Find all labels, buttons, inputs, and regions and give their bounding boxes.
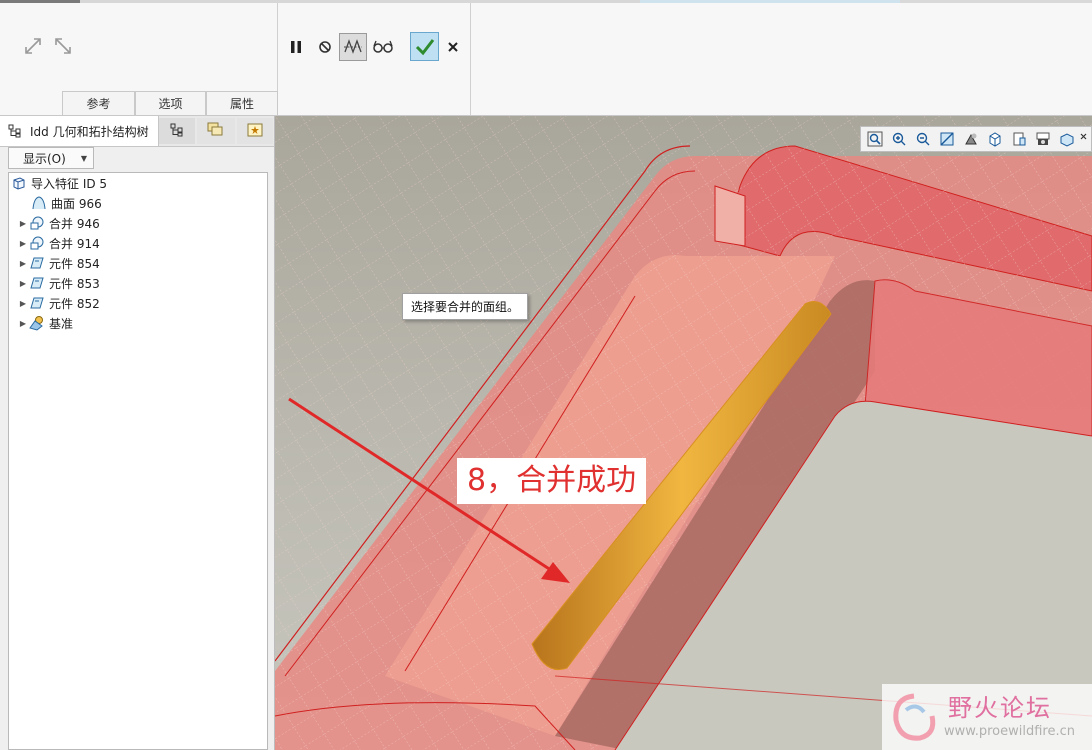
surface-icon — [31, 195, 47, 211]
tab-properties-label: 属性 — [229, 97, 254, 111]
tree-item-label: 元件 853 — [49, 276, 100, 291]
tab-geometry-tree-label: Idd 几何和拓扑结构树 — [30, 124, 149, 139]
datum-icon — [29, 315, 45, 331]
model-render[interactable] — [275, 116, 1092, 750]
section-icon[interactable] — [1007, 128, 1031, 150]
feature-ribbon: 参考 选项 属性 — [0, 3, 1092, 116]
component-icon — [29, 255, 45, 271]
feature-tree: 导入特征 ID 5 曲面 966 ▶ 合并 946 ▶ 合并 914 ▶ 元件 … — [8, 172, 268, 750]
zoom-fit-icon[interactable] — [863, 128, 887, 150]
tab-properties[interactable]: 属性 — [206, 91, 278, 115]
display-dropdown-button[interactable]: 显示(O) ▼ — [8, 147, 94, 169]
camera-icon[interactable] — [1031, 128, 1055, 150]
tree-item-label: 元件 854 — [49, 256, 100, 271]
annotation-callout: 8，合并成功 — [457, 458, 647, 504]
zoom-in-icon[interactable] — [887, 128, 911, 150]
tab-geometry-tree[interactable]: Idd 几何和拓扑结构树 — [0, 116, 159, 146]
tree-item-component-853[interactable]: ▶ 元件 853 — [17, 273, 100, 293]
expand-arrow-icon[interactable]: ▶ — [17, 319, 29, 328]
component-icon — [29, 275, 45, 291]
dropdown-arrow-icon: ▼ — [80, 153, 87, 163]
merge-icon — [29, 235, 45, 251]
tree-item-import-feature[interactable]: 导入特征 ID 5 — [11, 173, 107, 193]
watermark-logo-icon — [893, 693, 936, 741]
toolbar-overflow-icon[interactable] — [1079, 128, 1089, 150]
flip-arrows-icon[interactable] — [20, 33, 46, 59]
panel-tab-bar: Idd 几何和拓扑结构树 — [0, 116, 274, 147]
expand-arrow-icon[interactable]: ▶ — [17, 219, 29, 228]
expand-arrow-icon[interactable]: ▶ — [17, 259, 29, 268]
model-tree-panel: Idd 几何和拓扑结构树 显示(O) ▼ 导入特征 ID 5 曲面 966 ▶ … — [0, 116, 275, 750]
merge-icon — [29, 215, 45, 231]
tab-layers[interactable] — [197, 118, 235, 144]
tab-options[interactable]: 选项 — [135, 91, 206, 115]
check-icon[interactable] — [410, 32, 439, 61]
import-feature-icon — [11, 175, 27, 191]
tree-item-label: 合并 946 — [49, 216, 100, 231]
tree-structure-icon — [170, 123, 184, 140]
star-folder-icon — [247, 123, 263, 140]
tree-item-label: 元件 852 — [49, 296, 100, 311]
watermark-title: 野火论坛 — [948, 694, 1052, 722]
zoom-out-icon[interactable] — [911, 128, 935, 150]
watermark-url: www.proewildfire.cn — [944, 724, 1075, 739]
preview-icon[interactable] — [339, 33, 367, 61]
tree-item-component-852[interactable]: ▶ 元件 852 — [17, 293, 100, 313]
view-toolbar — [860, 126, 1092, 152]
close-icon[interactable] — [440, 34, 466, 60]
display-button-label: 显示(O) — [23, 151, 66, 166]
component-icon — [29, 295, 45, 311]
tree-item-component-854[interactable]: ▶ 元件 854 — [17, 253, 100, 273]
tab-references[interactable]: 参考 — [62, 91, 135, 115]
forum-watermark: 野火论坛 www.proewildfire.cn — [882, 684, 1092, 750]
tree-item-surface-966[interactable]: 曲面 966 — [31, 193, 102, 213]
repaint-icon[interactable] — [935, 128, 959, 150]
tree-structure-icon — [8, 124, 24, 138]
expand-arrow-icon[interactable]: ▶ — [17, 239, 29, 248]
tree-item-datum[interactable]: ▶ 基准 — [17, 313, 73, 333]
tree-item-label: 合并 914 — [49, 236, 100, 251]
tab-structure-tree[interactable] — [159, 118, 195, 144]
tree-item-label: 基准 — [49, 316, 74, 331]
spin-center-icon[interactable] — [1055, 128, 1079, 150]
tree-item-label: 导入特征 ID 5 — [31, 176, 108, 191]
expand-arrow-icon[interactable]: ▶ — [17, 299, 29, 308]
glasses-icon[interactable] — [370, 34, 396, 60]
layers-icon — [207, 122, 225, 141]
tab-options-label: 选项 — [158, 97, 183, 111]
tree-item-label: 曲面 966 — [51, 196, 102, 211]
stop-icon[interactable] — [312, 34, 338, 60]
tab-references-label: 参考 — [86, 97, 111, 111]
graphics-viewport[interactable]: 选择要合并的面组。 8，合并成功 野火论坛 www.proewildfire.c… — [275, 116, 1092, 750]
expand-arrow-icon[interactable]: ▶ — [17, 279, 29, 288]
tree-item-merge-914[interactable]: ▶ 合并 914 — [17, 233, 100, 253]
display-style-icon[interactable] — [959, 128, 983, 150]
status-tooltip: 选择要合并的面组。 — [402, 293, 529, 320]
tree-item-merge-946[interactable]: ▶ 合并 946 — [17, 213, 100, 233]
tab-favorites[interactable] — [237, 118, 273, 144]
pause-icon[interactable] — [283, 34, 309, 60]
saved-views-icon[interactable] — [983, 128, 1007, 150]
flip-arrows-alt-icon[interactable] — [50, 33, 76, 59]
